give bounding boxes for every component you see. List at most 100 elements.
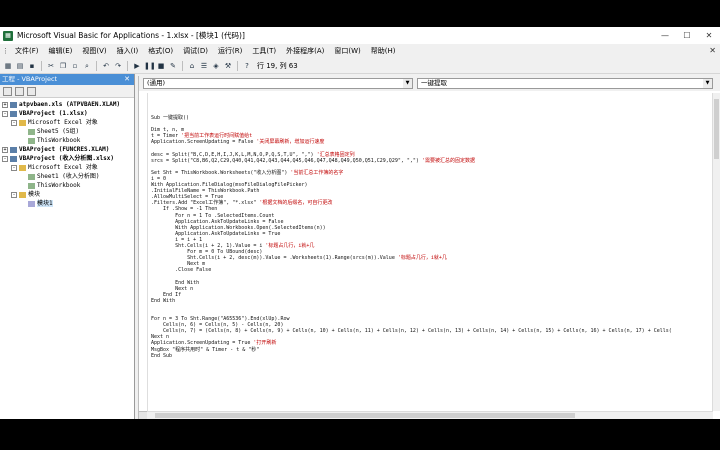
menu-item[interactable]: 视图(V) [77, 44, 111, 58]
menu-item[interactable]: 帮助(H) [366, 44, 401, 58]
code-statement: Sht.Cells(i + 2, 1).Value = i [151, 242, 266, 249]
menu-item[interactable]: 外接程序(A) [281, 44, 329, 58]
tree-item[interactable]: - Microsoft Excel 对象 [0, 163, 134, 172]
menu-item[interactable]: 插入(I) [112, 44, 144, 58]
scrollbar-thumb[interactable] [155, 413, 575, 418]
code-statement: End If [151, 291, 182, 298]
project-explorer-title-text: 工程 - VBAProject [2, 75, 58, 83]
find-icon[interactable]: ⌕ [82, 61, 92, 71]
horizontal-scrollbar[interactable] [147, 411, 713, 419]
run-icon[interactable]: ▶ [132, 61, 142, 71]
code-statement: srcs = Split("C8,B6,Q2,C29,Q40,Q41,Q42,Q… [151, 157, 422, 164]
properties-icon[interactable]: ☰ [199, 61, 209, 71]
chevron-down-icon: ▼ [403, 79, 412, 88]
code-statement: MsgBox "程序共用时" & Timer - t & "秒" [151, 346, 260, 353]
collapse-icon[interactable]: - [11, 119, 17, 126]
code-comment: '汇总表格固定列 [316, 151, 355, 158]
tree-item[interactable]: ThisWorkbook [0, 181, 134, 190]
scrollbar-thumb[interactable] [714, 99, 719, 159]
collapse-icon[interactable]: - [11, 164, 17, 171]
sheet-icon [28, 173, 35, 180]
excel-view-icon[interactable]: ▦ [3, 61, 13, 71]
expand-icon[interactable]: + [2, 146, 8, 153]
tree-item-label: Microsoft Excel 对象 [28, 119, 98, 126]
break-icon[interactable]: ❚❚ [144, 61, 156, 71]
vba-app-icon: ▦ [3, 30, 13, 41]
reset-icon[interactable]: ■ [156, 61, 166, 71]
expand-icon[interactable]: + [2, 101, 8, 108]
menu-item[interactable]: 运行(R) [213, 44, 247, 58]
tree-item[interactable]: - VBAProject (收入分析图.xlsx) [0, 154, 134, 163]
code-statement: .InitialFileName = ThisWorkbook.Path [151, 188, 260, 195]
procedure-dropdown-value: 一键提取 [421, 79, 447, 87]
code-comment: '根据文档的后缀名，可自行更改 [259, 200, 333, 207]
tree-item[interactable]: - Microsoft Excel 对象 [0, 118, 134, 127]
code-statement: For n = 3 To Sht.Range("A65536").End(xlU… [151, 316, 290, 323]
tree-item-label: VBAProject (收入分析图.xlsx) [19, 155, 115, 162]
sheet-icon [28, 137, 35, 144]
toggle-folders-icon[interactable] [27, 86, 36, 96]
procedure-dropdown[interactable]: 一键提取 ▼ [417, 78, 713, 89]
object-dropdown[interactable]: (通用) ▼ [143, 78, 413, 89]
tree-item[interactable]: + VBAProject (FUNCRES.XLAM) [0, 145, 134, 154]
save-icon[interactable]: ▪ [27, 61, 37, 71]
cut-icon[interactable]: ✂ [46, 61, 56, 71]
code-statement: End Sub [151, 352, 173, 359]
design-mode-icon[interactable]: ✎ [168, 61, 178, 71]
help-icon[interactable]: ? [242, 61, 252, 71]
project-explorer-title: 工程 - VBAProject ✕ [0, 74, 134, 85]
tree-item[interactable]: - VBAProject (1.xlsx) [0, 109, 134, 118]
menu-item[interactable]: 工具(T) [247, 44, 281, 58]
tree-item[interactable]: + atpvbaen.xls (ATPVBAEN.XLAM) [0, 100, 134, 109]
redo-icon[interactable]: ↷ [113, 61, 123, 71]
view-object-icon[interactable] [15, 86, 24, 96]
code-statement: Next n [151, 285, 194, 292]
code-statement: Sht.Cells(i + 2, desc(m)).Value = .Works… [151, 255, 398, 262]
code-comment: '打开刷新 [253, 340, 277, 347]
code-statement: desc = Split("B,C,D,E,H,I,J,K,L,M,N,O,P,… [151, 151, 317, 158]
paste-icon[interactable]: ▫ [70, 61, 80, 71]
close-icon[interactable]: ✕ [709, 44, 716, 58]
close-button[interactable]: ✕ [698, 27, 720, 44]
code-statement: Application.AskToUpdateLinks = True [151, 230, 281, 237]
undo-icon[interactable]: ↶ [101, 61, 111, 71]
cursor-position: 行 19, 列 63 [257, 62, 298, 70]
menu-item[interactable]: 文件(F) [10, 44, 44, 58]
copy-icon[interactable]: ❐ [58, 61, 68, 71]
menu-item[interactable]: 编辑(E) [44, 44, 78, 58]
tree-item[interactable]: Sheet5 (5组) [0, 127, 134, 136]
insert-module-icon[interactable]: ▤ [15, 61, 25, 71]
menu-item[interactable]: 格式(O) [143, 44, 178, 58]
tree-item[interactable]: 模块1 [0, 199, 134, 208]
code-comment: '需要被汇总的固定数据 [421, 157, 475, 164]
collapse-icon[interactable]: - [11, 191, 17, 198]
tree-item[interactable]: ThisWorkbook [0, 136, 134, 145]
minimize-button[interactable]: — [654, 27, 676, 44]
object-browser-icon[interactable]: ◈ [211, 61, 221, 71]
code-statement: .Close False [151, 267, 212, 274]
tree-item[interactable]: - 模块 [0, 190, 134, 199]
tree-item-label: 模块1 [37, 200, 53, 207]
tree-item-label: 模块 [28, 191, 41, 198]
vertical-scrollbar[interactable] [712, 93, 720, 411]
tree-item-label: ThisWorkbook [37, 182, 81, 189]
toolbox-icon[interactable]: ⚒ [223, 61, 233, 71]
code-text: Sub 一键提取() Dim t, n, mt = Timer '把当前工作表运行… [151, 115, 672, 359]
sheet-icon [28, 182, 35, 189]
maximize-button[interactable]: ☐ [676, 27, 698, 44]
menu-item[interactable]: 窗口(W) [329, 44, 365, 58]
tree-item-label: atpvbaen.xls (ATPVBAEN.XLAM) [19, 101, 121, 108]
project-explorer-icon[interactable]: ⌂ [187, 61, 197, 71]
standard-toolbar: ▦ ▤ ▪ ✂ ❐ ▫ ⌕ ↶ ↷ ▶ ❚❚ ■ ✎ ⌂ ☰ ◈ ⚒ ? 行 1… [0, 59, 720, 74]
code-editor[interactable]: Sub 一键提取() Dim t, n, mt = Timer '把当前工作表运行… [147, 93, 713, 419]
code-statement: Cells(n, 7) = (Cells(n, 8) + Cells(n, 9)… [151, 328, 672, 335]
collapse-icon[interactable]: - [2, 110, 8, 117]
view-code-icon[interactable] [3, 86, 12, 96]
collapse-icon[interactable]: - [2, 155, 8, 162]
tree-item[interactable]: Sheet1 (收入分析图) [0, 172, 134, 181]
chevron-down-icon: ▼ [703, 79, 712, 88]
folder-icon [19, 119, 26, 126]
menu-item[interactable]: 调试(D) [178, 44, 213, 58]
panel-close-icon[interactable]: ✕ [124, 74, 130, 85]
view-toggle-buttons[interactable] [139, 411, 147, 419]
